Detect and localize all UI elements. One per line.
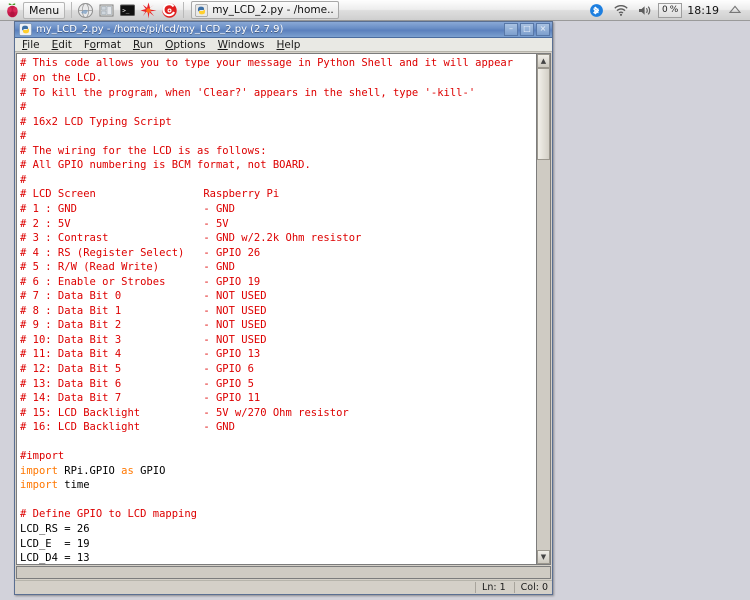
vertical-scrollbar-track[interactable] (537, 68, 550, 551)
scroll-down-arrow-icon[interactable]: ▼ (537, 550, 550, 565)
taskbar-separator (71, 2, 73, 18)
volume-icon[interactable] (635, 1, 654, 20)
code-line: # 12: Data Bit 5 - GPIO 6 (20, 362, 254, 375)
code-line: # 9 : Data Bit 2 - NOT USED (20, 319, 267, 332)
code-line: # The wiring for the LCD is as follows: (20, 144, 267, 157)
code-line: # 15: LCD Backlight - 5V w/270 Ohm resis… (20, 406, 349, 419)
taskbar-window-button[interactable]: my_LCD_2.py - /home.. (191, 1, 340, 19)
code-line: import time (20, 479, 90, 492)
menu-windows[interactable]: Windows (217, 39, 266, 51)
code-line: # 7 : Data Bit 0 - NOT USED (20, 290, 267, 303)
wifi-icon[interactable] (611, 1, 630, 20)
cpu-usage-unit: % (669, 5, 679, 15)
code-line: # This code allows you to type your mess… (20, 57, 514, 70)
code-line: # 5 : R/W (Read Write) - GND (20, 261, 235, 274)
minimize-button[interactable]: – (504, 22, 518, 36)
menu-file[interactable]: File (21, 39, 41, 51)
file-manager-icon[interactable] (97, 1, 116, 20)
bluetooth-icon[interactable] (587, 1, 606, 20)
code-editor[interactable]: # This code allows you to type your mess… (16, 53, 536, 566)
code-line: LCD_D4 = 13 (20, 552, 90, 565)
code-line: # 11: Data Bit 4 - GPIO 13 (20, 348, 261, 361)
taskbar-separator-2 (183, 2, 185, 18)
code-text: # This code allows you to type your mess… (20, 56, 536, 565)
svg-text:>_: >_ (122, 7, 130, 14)
taskbar: Menu >_ my_LCD_2.py - /home.. 0 % 18:19 (0, 0, 750, 21)
web-browser-icon[interactable] (76, 1, 95, 20)
window-title-bar[interactable]: my_LCD_2.py - /home/pi/lcd/my_LCD_2.py (… (15, 22, 552, 38)
menu-run[interactable]: Run (132, 39, 154, 51)
code-line: # (20, 130, 27, 143)
wolfram-icon[interactable] (160, 1, 179, 20)
code-line: # 16x2 LCD Typing Script (20, 115, 172, 128)
code-line: # (20, 101, 27, 114)
system-tray: 0 % 18:19 (586, 1, 748, 20)
clock[interactable]: 18:19 (685, 4, 721, 17)
maximize-button[interactable]: □ (520, 22, 534, 36)
code-line: # Define GPIO to LCD mapping (20, 508, 198, 521)
horizontal-scrollbar-track[interactable] (16, 566, 551, 580)
menu-bar: File Edit Format Run Options Windows Help (15, 37, 552, 53)
mathematica-icon[interactable] (139, 1, 158, 20)
code-line: #import (20, 450, 65, 463)
code-line: # LCD Screen Raspberry Pi (20, 188, 280, 201)
vertical-scrollbar[interactable]: ▲ ▼ (536, 53, 551, 566)
raspberry-pi-menu-icon[interactable] (3, 1, 22, 20)
taskbar-window-label: my_LCD_2.py - /home.. (212, 4, 334, 16)
python-file-icon (195, 3, 209, 17)
scroll-up-arrow-icon[interactable]: ▲ (537, 54, 550, 69)
close-button[interactable]: × (536, 22, 550, 36)
terminal-icon[interactable]: >_ (118, 1, 137, 20)
vertical-scrollbar-thumb[interactable] (537, 68, 550, 161)
code-line: # 4 : RS (Register Select) - GPIO 26 (20, 246, 261, 259)
code-line: # 14: Data Bit 7 - GPIO 11 (20, 392, 261, 405)
editor-area: # This code allows you to type your mess… (15, 52, 552, 566)
status-line-indicator: Ln: 1 (475, 582, 506, 594)
window-title: my_LCD_2.py - /home/pi/lcd/my_LCD_2.py (… (36, 23, 284, 35)
menu-button-label: Menu (29, 3, 60, 17)
code-line: # 6 : Enable or Strobes - GPIO 19 (20, 275, 261, 288)
menu-edit[interactable]: Edit (51, 39, 73, 51)
code-line: # on the LCD. (20, 72, 103, 85)
idle-editor-window: my_LCD_2.py - /home/pi/lcd/my_LCD_2.py (… (14, 21, 553, 595)
horizontal-scrollbar[interactable] (15, 565, 552, 581)
python-file-icon (19, 22, 32, 36)
code-line: # All GPIO numbering is BCM format, not … (20, 159, 311, 172)
cpu-usage-indicator[interactable]: 0 % (658, 2, 683, 18)
menu-options[interactable]: Options (164, 39, 207, 51)
code-line: # 10: Data Bit 3 - NOT USED (20, 333, 267, 346)
menu-help[interactable]: Help (276, 39, 302, 51)
code-line: LCD_E = 19 (20, 537, 90, 550)
code-line: # 8 : Data Bit 1 - NOT USED (20, 304, 267, 317)
code-line: # (20, 173, 27, 186)
code-line: # 16: LCD Backlight - GND (20, 421, 235, 434)
code-line: import RPi.GPIO as GPIO (20, 464, 166, 477)
status-bar: Ln: 1 Col: 0 (15, 580, 552, 594)
code-line: # 2 : 5V - 5V (20, 217, 229, 230)
eject-icon[interactable] (725, 1, 744, 20)
code-line: # 13: Data Bit 6 - GPIO 5 (20, 377, 254, 390)
code-line: LCD_RS = 26 (20, 522, 90, 535)
menu-format[interactable]: Format (83, 39, 122, 51)
status-col-indicator: Col: 0 (513, 582, 548, 594)
code-line: # 1 : GND - GND (20, 202, 235, 215)
code-line: # To kill the program, when 'Clear?' app… (20, 86, 476, 99)
code-line: # 3 : Contrast - GND w/2.2k Ohm resistor (20, 232, 362, 245)
menu-button[interactable]: Menu (23, 1, 66, 19)
cpu-usage-value: 0 (662, 5, 668, 15)
